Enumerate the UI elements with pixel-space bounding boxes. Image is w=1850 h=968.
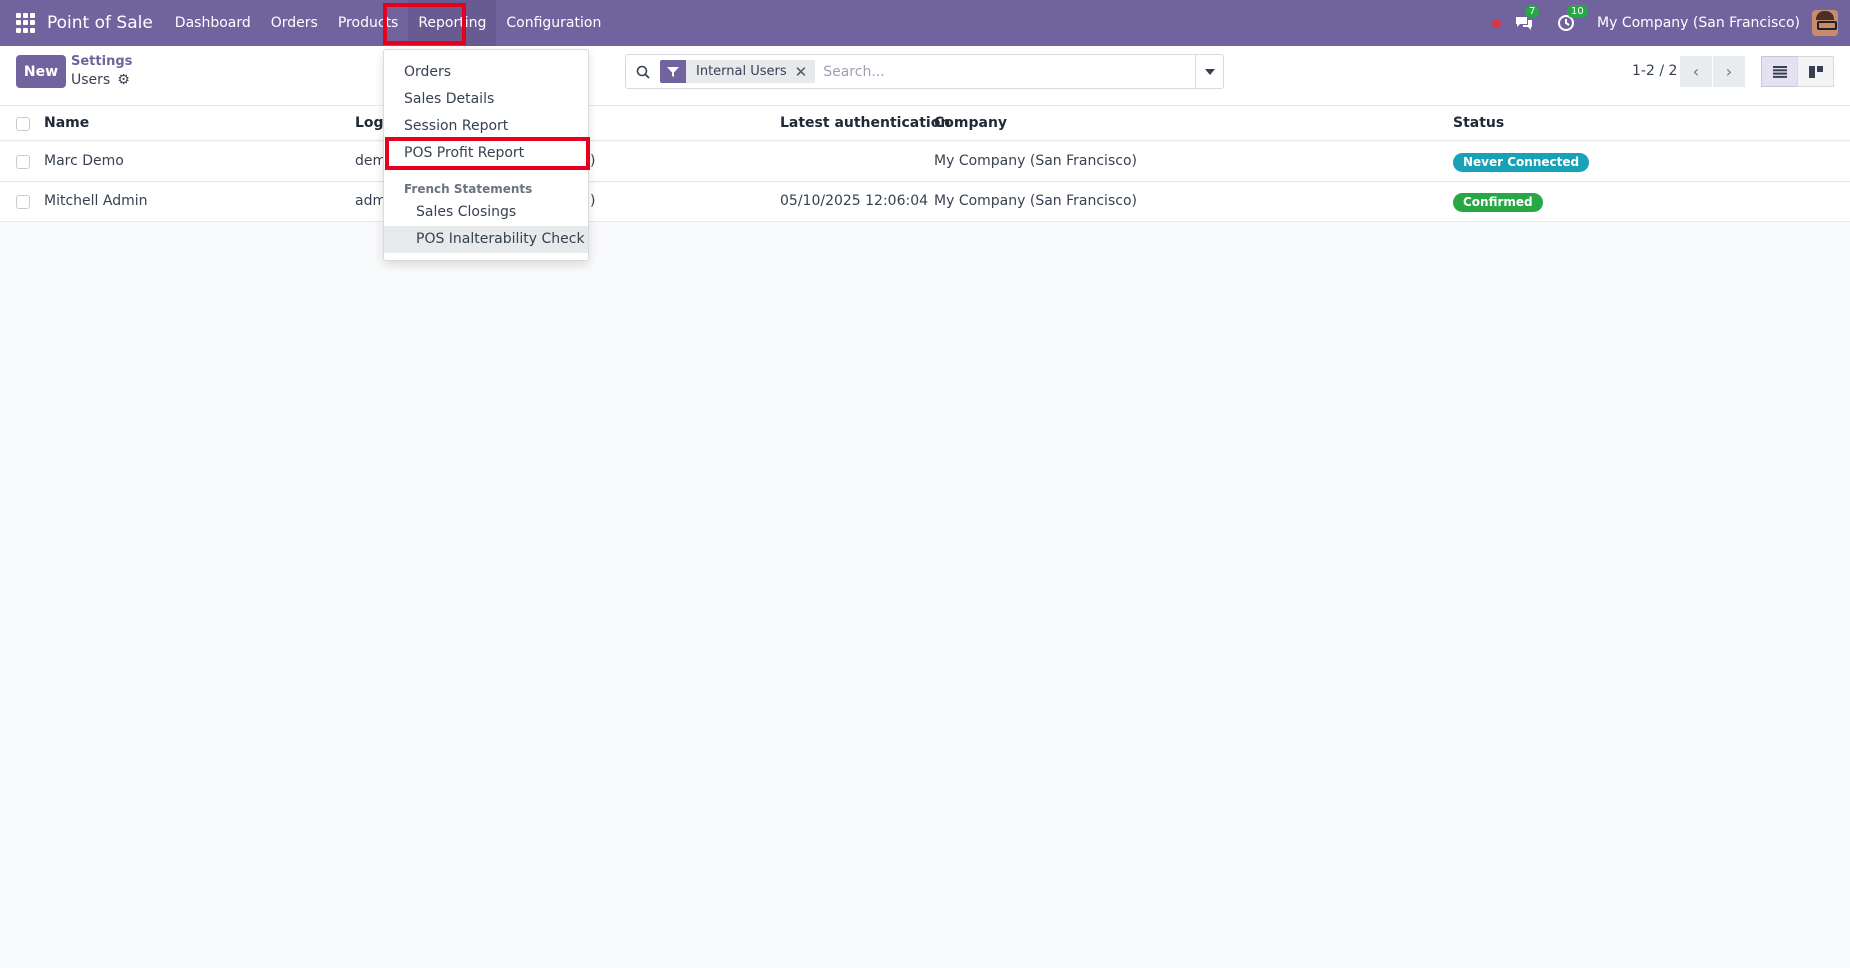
table-header: Name Logi Latest authentication Company … [0,106,1850,141]
activities-count-badge: 10 [1567,5,1588,18]
row-login-tail: ) [590,193,596,209]
company-switcher[interactable]: My Company (San Francisco) [1597,15,1800,31]
search-options-toggle[interactable] [1195,55,1223,88]
table-row[interactable]: Mitchell Admin adm ) 05/10/2025 12:06:04… [0,183,1850,222]
breadcrumb-settings[interactable]: Settings [71,54,132,69]
kanban-view-button[interactable] [1797,56,1834,87]
filter-facet-label: Internal Users [696,64,787,79]
menu-orders[interactable]: Orders [261,0,328,46]
row-checkbox[interactable] [16,155,30,169]
row-login: adm [355,193,387,209]
messages-icon[interactable]: 7 [1513,5,1540,34]
control-panel: New Settings Users ⚙ Internal Users ✕ 1-… [0,46,1850,106]
status-badge: Never Connected [1453,153,1590,172]
menu-item-orders[interactable]: Orders [384,59,588,86]
menu-item-sales-closings[interactable]: Sales Closings [384,199,588,226]
activities-clock-icon[interactable]: 10 [1555,5,1588,34]
row-login: dem [355,153,387,169]
status-badge: Confirmed [1453,193,1543,212]
column-header-company[interactable]: Company [934,115,1007,131]
row-name: Mitchell Admin [44,193,148,209]
select-all-checkbox[interactable] [16,117,30,131]
page-title: Users ⚙ [71,72,130,88]
menu-section-french-statements: French Statements [404,182,533,196]
top-navbar: Point of Sale Dashboard Orders Products … [0,0,1850,46]
column-header-name[interactable]: Name [44,115,89,131]
menu-item-pos-inalterability-check[interactable]: POS Inalterability Check [384,226,588,253]
row-name: Marc Demo [44,153,124,169]
new-button[interactable]: New [16,55,66,88]
row-latest-auth: 05/10/2025 12:06:04 [780,193,929,209]
reporting-dropdown-menu: Orders Sales Details Session Report POS … [383,49,589,261]
list-view-icon [1772,65,1787,78]
menu-configuration[interactable]: Configuration [496,0,611,46]
menu-item-pos-profit-report[interactable]: POS Profit Report [384,140,588,167]
search-icon[interactable] [626,65,660,79]
menu-item-session-report[interactable]: Session Report [384,113,588,140]
search-input[interactable] [823,63,1195,80]
row-company: My Company (San Francisco) [934,193,1137,209]
user-avatar[interactable] [1812,10,1838,36]
caret-down-icon [1204,68,1215,75]
recording-indicator-icon [1492,18,1502,28]
page-title-text: Users [71,72,111,88]
kanban-view-icon [1808,65,1823,78]
messages-count-badge: 7 [1525,5,1540,18]
menu-products[interactable]: Products [328,0,408,46]
pager-next-button[interactable]: › [1713,56,1745,87]
column-header-status[interactable]: Status [1453,115,1504,131]
filter-icon [660,60,686,83]
pager-previous-button[interactable]: ‹ [1680,56,1712,87]
app-name[interactable]: Point of Sale [47,13,153,33]
pager-value[interactable]: 1-2 / 2 [1632,63,1677,79]
column-header-latest-authentication[interactable]: Latest authentication [780,115,950,131]
row-checkbox[interactable] [16,195,30,209]
list-view-button[interactable] [1761,56,1798,87]
gear-icon[interactable]: ⚙ [117,72,130,88]
menu-dashboard[interactable]: Dashboard [165,0,261,46]
close-icon[interactable]: ✕ [795,63,816,81]
filter-facet: Internal Users ✕ [660,60,816,83]
search-bar: Internal Users ✕ [625,54,1224,89]
apps-menu-icon[interactable] [16,13,36,33]
menu-reporting[interactable]: Reporting [408,0,497,46]
row-company: My Company (San Francisco) [934,153,1137,169]
row-login-tail: ) [590,153,596,169]
table-row[interactable]: Marc Demo dem ) My Company (San Francisc… [0,142,1850,182]
menu-item-sales-details[interactable]: Sales Details [384,86,588,113]
